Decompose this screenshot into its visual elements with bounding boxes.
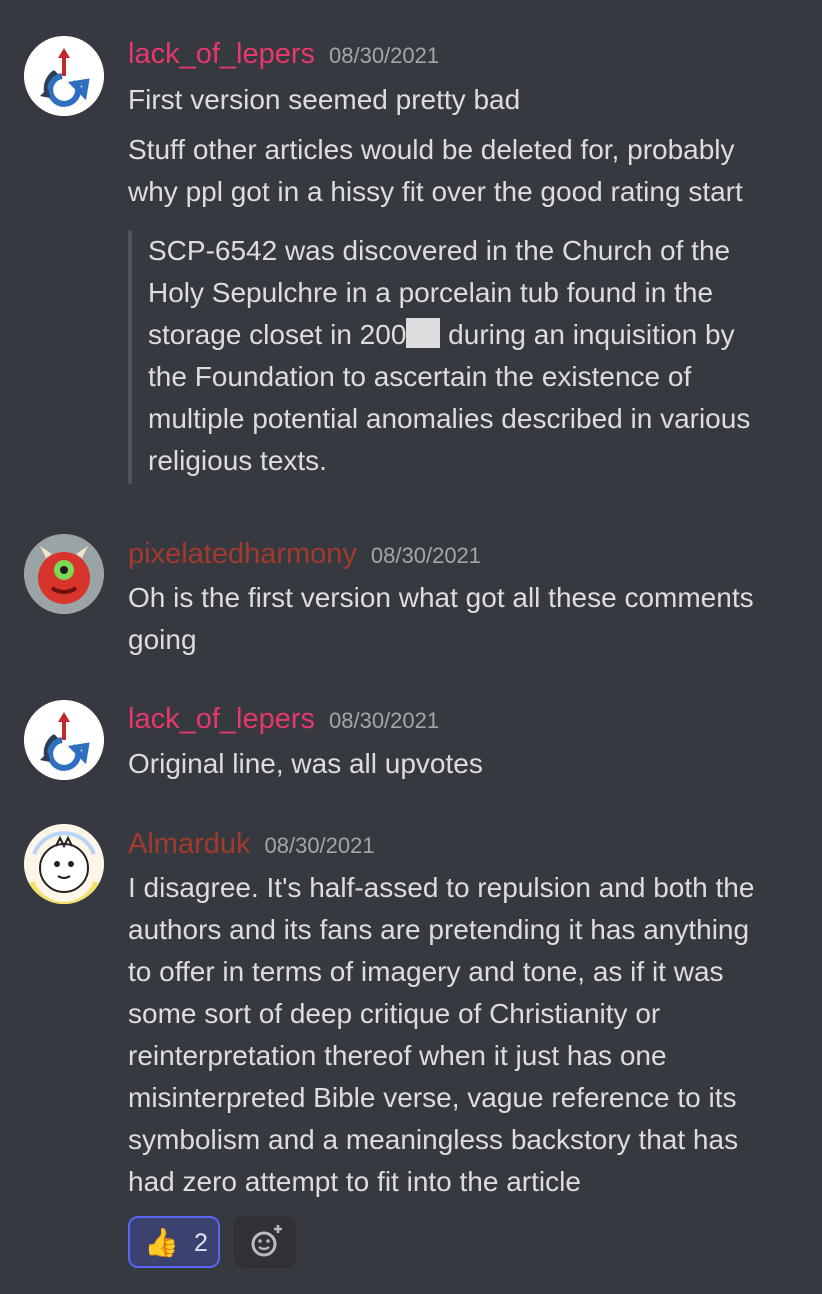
- timestamp: 08/30/2021: [370, 543, 482, 568]
- message-text: misinterpreted Bible verse, vague refere…: [128, 1082, 737, 1113]
- monster-avatar-icon: [24, 534, 104, 614]
- thumbs-up-icon: 👍: [144, 1227, 179, 1258]
- quote-text: during an inquisition by: [440, 319, 735, 350]
- reaction-thumbs-up[interactable]: 👍 2: [128, 1216, 220, 1268]
- message-text: I disagree. It's half-assed to repulsion…: [128, 872, 755, 903]
- message-text: authors and its fans are pretending it h…: [128, 914, 750, 945]
- timestamp: 08/30/2021: [329, 43, 440, 68]
- timestamp: 08/30/2021: [329, 708, 440, 733]
- cartoon-face-avatar-icon: [24, 824, 104, 904]
- message-text: reinterpretation thereof when it just ha…: [128, 1040, 667, 1071]
- quote-bar: [128, 230, 132, 484]
- avatar[interactable]: [24, 534, 104, 614]
- username[interactable]: lack_of_lepers: [128, 703, 315, 735]
- message-text: Oh is the first version what got all the…: [128, 582, 754, 613]
- username[interactable]: Almarduk: [128, 828, 251, 860]
- quote-line: the Foundation to ascertain the existenc…: [148, 361, 692, 392]
- message-text: to offer in terms of imagery and tone, a…: [128, 956, 724, 987]
- timestamp: 08/30/2021: [264, 833, 375, 858]
- quote-line: religious texts.: [148, 445, 327, 476]
- message-text: symbolism and a meaningless backstory th…: [128, 1124, 739, 1155]
- quote-line: multiple potential anomalies described i…: [148, 403, 751, 434]
- redaction-block: [406, 318, 441, 348]
- quote-text: storage closet in 200: [148, 319, 407, 350]
- add-reaction-icon: [251, 1224, 283, 1257]
- username[interactable]: lack_of_lepers: [128, 38, 315, 70]
- username[interactable]: pixelatedharmony: [128, 538, 357, 570]
- avatar[interactable]: [24, 36, 104, 116]
- lepers-logo-icon: [24, 36, 104, 116]
- message-text: some sort of deep critique of Christiani…: [128, 998, 661, 1029]
- message-text: had zero attempt to fit into the article: [128, 1166, 581, 1197]
- message-text: Stuff other articles would be deleted fo…: [128, 134, 735, 165]
- add-reaction-button[interactable]: [234, 1216, 296, 1268]
- message-text: First version seemed pretty bad: [128, 84, 521, 115]
- avatar[interactable]: [24, 824, 104, 904]
- quote-line: SCP-6542 was discovered in the Church of…: [148, 235, 731, 266]
- quote-line: storage closet in 200 during an inquisit…: [148, 314, 808, 356]
- message-text: going: [128, 624, 197, 655]
- lepers-logo-icon: [24, 700, 104, 780]
- message-text: why ppl got in a hissy fit over the good…: [128, 176, 743, 207]
- avatar[interactable]: [24, 700, 104, 780]
- reaction-count: 2: [194, 1229, 208, 1257]
- quote-block: SCP-6542 was discovered in the Church of…: [148, 230, 808, 482]
- quote-line: Holy Sepulchre in a porcelain tub found …: [148, 277, 714, 308]
- message-text: Original line, was all upvotes: [128, 748, 483, 779]
